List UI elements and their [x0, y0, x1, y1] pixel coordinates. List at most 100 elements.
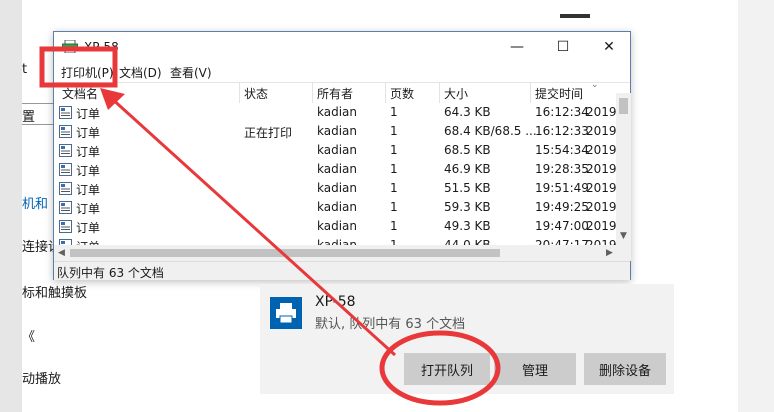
background-fragment: t — [22, 62, 28, 77]
cell-submitted-date: 2019/ — [586, 124, 616, 138]
settings-link-printers[interactable]: 机和 — [22, 193, 48, 212]
cell-document-name: 订单 — [76, 164, 101, 178]
column-divider[interactable] — [385, 83, 386, 103]
settings-item-mouse-touchpad[interactable]: 标和触摸板 — [22, 282, 87, 301]
title-bar[interactable]: XP-58 — ☐ ✕ — [54, 32, 630, 62]
document-icon — [59, 163, 72, 176]
cell-submitted-date: 2019/ — [586, 219, 616, 233]
right-background — [738, 0, 774, 412]
cell-owner: kadian — [317, 143, 358, 157]
cell-size: 49.3 KB — [444, 219, 491, 233]
cell-submitted-time: 19:49:25 — [535, 200, 589, 214]
cell-submitted-date: 2019/ — [586, 105, 616, 119]
maximize-button[interactable]: ☐ — [540, 32, 586, 62]
table-row[interactable]: 订单 kadian 1 68.5 KB 15:54:342019/ — [54, 141, 616, 160]
horizontal-scroll-thumb[interactable] — [70, 249, 500, 257]
vertical-scrollbar[interactable]: ▼ — [616, 93, 631, 245]
cell-owner: kadian — [317, 238, 358, 245]
cell-document-name: 订单 — [76, 183, 101, 197]
document-icon — [59, 201, 72, 214]
column-divider[interactable] — [239, 83, 240, 103]
cell-pages: 1 — [390, 219, 398, 233]
horizontal-scrollbar[interactable]: ◀ ▶ — [54, 245, 631, 261]
sort-chevron-icon: ⌄ — [591, 80, 599, 90]
settings-item-partial[interactable]: 《 — [22, 326, 35, 345]
settings-item-autoplay[interactable]: 动播放 — [22, 368, 61, 387]
column-pages[interactable]: 页数 — [390, 85, 414, 102]
cell-submitted-time: 19:51:49 — [535, 181, 589, 195]
minimize-button[interactable]: — — [494, 32, 540, 62]
cell-owner: kadian — [317, 200, 358, 214]
cell-submitted-time: 16:12:34 — [535, 105, 589, 119]
scroll-left-arrow-icon[interactable]: ◀ — [58, 248, 65, 258]
document-icon — [59, 182, 72, 195]
manage-button[interactable]: 管理 — [494, 353, 576, 385]
column-header: 文档名 状态 所有者 页数 大小 提交时间 ⌄ — [54, 80, 630, 103]
printer-device-card[interactable]: XP-58 默认, 队列中有 63 个文档 打开队列 管理 删除设备 — [260, 284, 674, 394]
cell-pages: 1 — [390, 105, 398, 119]
device-name: XP-58 — [315, 294, 356, 310]
document-list: 订单kadian164.3 KB16:12:342019/订单正在打印kadia… — [54, 103, 616, 245]
document-icon — [59, 125, 72, 138]
close-icon: ✕ — [603, 39, 615, 55]
status-bar: 队列中有 63 个文档 — [54, 261, 630, 280]
printer-icon — [270, 297, 302, 329]
column-owner[interactable]: 所有者 — [317, 85, 353, 102]
cell-size: 64.3 KB — [444, 105, 491, 119]
open-queue-button[interactable]: 打开队列 — [404, 353, 490, 385]
table-row[interactable]: 订单 kadian 1 59.3 KB 19:49:252019/ — [54, 198, 616, 217]
cell-owner: kadian — [317, 124, 358, 138]
cell-pages: 1 — [390, 238, 398, 245]
cell-owner: kadian — [317, 181, 358, 195]
column-size[interactable]: 大小 — [444, 85, 468, 102]
cell-size: 68.5 KB — [444, 143, 491, 157]
menu-printer[interactable]: 打印机(P) — [61, 64, 114, 81]
table-row[interactable]: 订单 kadian 1 44.0 KB 20:47:172019/ — [54, 236, 616, 245]
column-submitted[interactable]: 提交时间 — [535, 85, 583, 102]
table-row[interactable]: 订单 正在打印 kadian 1 68.4 KB/68.5 ... 16:12:33 201… — [54, 122, 616, 141]
cell-submitted-time: 20:47:17 — [535, 238, 589, 245]
table-row[interactable]: 订单 kadian 1 46.9 KB 19:28:352019/ — [54, 160, 616, 179]
close-button[interactable]: ✕ — [586, 32, 632, 62]
column-document-name[interactable]: 文档名 — [62, 85, 98, 102]
cell-status: 正在打印 — [244, 126, 293, 140]
cell-document-name: 订单 — [76, 107, 101, 121]
cell-document-name: 订单 — [76, 238, 100, 245]
scroll-down-arrow-icon[interactable]: ▼ — [620, 231, 627, 241]
cell-size: 44.0 KB — [444, 238, 491, 245]
cell-pages: 1 — [390, 162, 398, 176]
column-divider[interactable] — [312, 83, 313, 103]
table-row[interactable]: 订单 kadian 1 49.3 KB 19:47:002019/ — [54, 217, 616, 236]
cell-submitted-date: 2019/ — [586, 143, 616, 157]
print-queue-window: XP-58 — ☐ ✕ 打印机(P) 文档(D) 查看(V) 文档名 状态 所有… — [53, 31, 631, 280]
cell-submitted-date: 2019/ — [586, 181, 616, 195]
menu-document[interactable]: 文档(D) — [119, 64, 162, 81]
cell-submitted-time: 19:47:00 — [535, 219, 589, 233]
cell-size: 68.4 KB/68.5 ... — [444, 124, 537, 138]
queue-count-text: 队列中有 63 个文档 — [57, 266, 164, 280]
device-status-text: 默认, 队列中有 63 个文档 — [315, 317, 466, 332]
column-divider[interactable] — [439, 83, 440, 103]
cell-submitted-time: 16:12:33 — [535, 124, 589, 138]
settings-nav-background — [0, 0, 22, 412]
menu-bar: 打印机(P) 文档(D) 查看(V) — [54, 62, 630, 82]
cell-submitted-date: 2019/ — [586, 200, 616, 214]
cell-size: 59.3 KB — [444, 200, 491, 214]
remove-device-button[interactable]: 删除设备 — [584, 353, 666, 385]
table-row[interactable]: 订单 kadian 1 51.5 KB 19:51:492019/ — [54, 179, 616, 198]
scroll-right-arrow-icon[interactable]: ▶ — [606, 248, 613, 258]
column-status[interactable]: 状态 — [244, 85, 268, 102]
column-divider[interactable] — [530, 83, 531, 103]
document-icon — [59, 144, 72, 157]
minimize-icon: — — [510, 39, 524, 55]
cell-submitted-date: 2019/ — [586, 238, 616, 245]
vertical-scroll-thumb[interactable] — [619, 98, 628, 114]
table-row[interactable]: 订单 kadian 1 64.3 KB 16:12:342019/ — [54, 103, 616, 122]
cell-size: 51.5 KB — [444, 181, 491, 195]
cell-owner: kadian — [317, 105, 358, 119]
cell-document-name: 订单 — [76, 202, 101, 216]
cell-owner: kadian — [317, 162, 358, 176]
menu-view[interactable]: 查看(V) — [170, 64, 212, 81]
cell-size: 46.9 KB — [444, 162, 491, 176]
cell-pages: 1 — [390, 124, 398, 138]
